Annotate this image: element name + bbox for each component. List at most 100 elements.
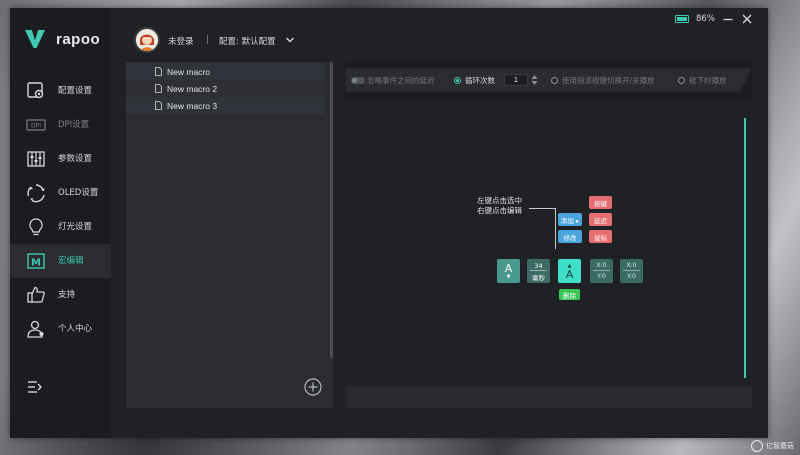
- battery-indicator: 86%: [675, 14, 715, 24]
- modify-action-button[interactable]: 修改: [558, 230, 582, 243]
- sidebar-item-macro[interactable]: M 宏编辑: [10, 244, 111, 278]
- sidebar-item-label: DPI设置: [58, 120, 90, 130]
- hint-connector: [555, 208, 556, 249]
- file-icon: [155, 84, 162, 93]
- svg-text:DPI: DPI: [31, 123, 41, 130]
- hold-play-radio[interactable]: [678, 77, 685, 84]
- hint-line: 右键点击编辑: [477, 206, 522, 215]
- add-delay-button[interactable]: 延迟: [589, 213, 612, 226]
- list-scrollbar[interactable]: [330, 62, 333, 358]
- coord-x: X:0: [626, 262, 637, 269]
- login-status[interactable]: 未登录: [168, 35, 194, 47]
- close-icon[interactable]: [741, 13, 753, 25]
- watermark: 亿智蘑菇: [751, 440, 794, 452]
- key-letter: A: [565, 267, 574, 281]
- macro-name: New macro 3: [167, 101, 218, 111]
- sidebar-item-label: 个人中心: [58, 324, 93, 334]
- delay-unit: 毫秒: [532, 274, 545, 282]
- macro-name: New macro 2: [167, 84, 218, 94]
- sidebar-item-label: 灯光设置: [58, 222, 93, 232]
- oled-icon: [27, 184, 45, 203]
- header-separator: |: [206, 35, 209, 45]
- sidebar-item-params[interactable]: 参数设置: [10, 142, 111, 176]
- coord-y: Y:0: [627, 273, 636, 280]
- sidebar-item-dpi[interactable]: DPI DPI设置: [10, 108, 111, 142]
- chevron-down-icon[interactable]: [285, 35, 295, 45]
- key-down-node[interactable]: A ▼: [497, 259, 520, 283]
- loop-count-input[interactable]: 1: [504, 74, 528, 86]
- sidebar-item-label: 支持: [58, 290, 76, 300]
- profile-selector-label[interactable]: 配置: 默认配置: [219, 35, 276, 47]
- sidebar-item-support[interactable]: 支持: [10, 278, 111, 312]
- key-down-arrow: ▼: [506, 273, 511, 280]
- add-macro-icon[interactable]: [304, 378, 322, 396]
- delete-action-button[interactable]: 删除: [559, 289, 580, 300]
- macro-editor: 忽略事件之间的延迟 循环次数 1 使用指派按键切换开/关播放 按下时播放 左键点…: [346, 62, 752, 408]
- user-icon: [27, 320, 44, 338]
- dpi-icon: DPI: [26, 119, 46, 131]
- list-item[interactable]: New macro 2: [126, 80, 325, 97]
- sidebar-item-config[interactable]: 配置设置: [10, 74, 111, 108]
- add-mouse-button[interactable]: 鼠标: [589, 230, 612, 243]
- canvas-scrollbar[interactable]: [744, 118, 746, 378]
- sidebar-item-profile[interactable]: 个人中心: [10, 312, 111, 346]
- node-divider: [593, 270, 610, 271]
- option-label: 忽略事件之间的延迟: [367, 76, 435, 85]
- usage-hint: 左键点击选中 右键点击编辑: [477, 196, 522, 216]
- node-divider: [623, 270, 640, 271]
- delay-node[interactable]: 34 毫秒: [527, 259, 550, 283]
- macro-icon: M: [27, 253, 45, 269]
- option-label: 按下时播放: [689, 76, 727, 85]
- option-label: 循环次数: [465, 76, 495, 85]
- sidebar-item-label: 参数设置: [58, 154, 93, 164]
- app-window: rapoo 配置设置 DPI DPI设置 参数设置 OLED设置 灯光设置 M …: [10, 8, 768, 438]
- sidebar-item-oled[interactable]: OLED设置: [10, 176, 111, 210]
- thumbs-up-icon: [27, 286, 45, 303]
- node-divider: [530, 270, 547, 271]
- brand-name: rapoo: [56, 30, 101, 48]
- collapse-menu-icon[interactable]: [26, 378, 44, 396]
- sidebar-item-lighting[interactable]: 灯光设置: [10, 210, 111, 244]
- rapoo-v-icon: [25, 30, 45, 48]
- minimize-icon[interactable]: [722, 13, 734, 25]
- watermark-text: 亿智蘑菇: [766, 442, 794, 450]
- loop-count-radio[interactable]: [454, 77, 461, 84]
- list-item[interactable]: New macro: [126, 63, 325, 80]
- sidebar-item-label: 宏编辑: [58, 256, 84, 266]
- config-icon: [27, 82, 44, 99]
- editor-footer: [346, 386, 752, 408]
- sidebar-item-label: OLED设置: [58, 188, 99, 198]
- file-icon: [155, 101, 162, 110]
- ignore-delay-toggle[interactable]: [351, 77, 365, 84]
- brand-logo: rapoo: [24, 28, 100, 50]
- sliders-icon: [27, 151, 45, 167]
- coord-x: X:0: [596, 262, 607, 269]
- macro-canvas[interactable]: [346, 100, 752, 386]
- mouse-coord-node[interactable]: X:0 Y:0: [620, 259, 643, 283]
- macro-list-panel: New macro New macro 2 New macro 3: [126, 62, 333, 408]
- watermark-logo-icon: [751, 440, 763, 452]
- key-up-node[interactable]: ▲ A: [558, 259, 581, 283]
- key-letter: A: [504, 261, 513, 275]
- avatar[interactable]: [134, 27, 160, 53]
- sidebar: rapoo 配置设置 DPI DPI设置 参数设置 OLED设置 灯光设置 M …: [10, 8, 111, 438]
- add-action-button[interactable]: 添加 ▸: [558, 213, 582, 226]
- list-item[interactable]: New macro 3: [126, 97, 325, 114]
- hold-play-option[interactable]: 按下时播放: [678, 75, 727, 86]
- ignore-delay-option[interactable]: 忽略事件之间的延迟: [351, 75, 435, 86]
- stepper-icon[interactable]: [531, 74, 538, 86]
- hint-connector: [529, 208, 555, 209]
- mouse-coord-node[interactable]: X:0 Y:0: [590, 259, 613, 283]
- sidebar-item-label: 配置设置: [58, 86, 93, 96]
- add-key-button[interactable]: 按键: [589, 196, 612, 209]
- loop-count-option[interactable]: 循环次数: [454, 75, 495, 86]
- bulb-icon: [29, 218, 43, 236]
- macro-name: New macro: [167, 67, 210, 77]
- option-label: 使用指派按键切换开/关播放: [562, 76, 655, 85]
- toggle-play-option[interactable]: 使用指派按键切换开/关播放: [551, 75, 655, 86]
- battery-fill: [677, 17, 688, 21]
- file-icon: [155, 67, 162, 76]
- battery-percent: 86%: [696, 14, 715, 24]
- coord-y: Y:0: [597, 273, 606, 280]
- toggle-play-radio[interactable]: [551, 77, 558, 84]
